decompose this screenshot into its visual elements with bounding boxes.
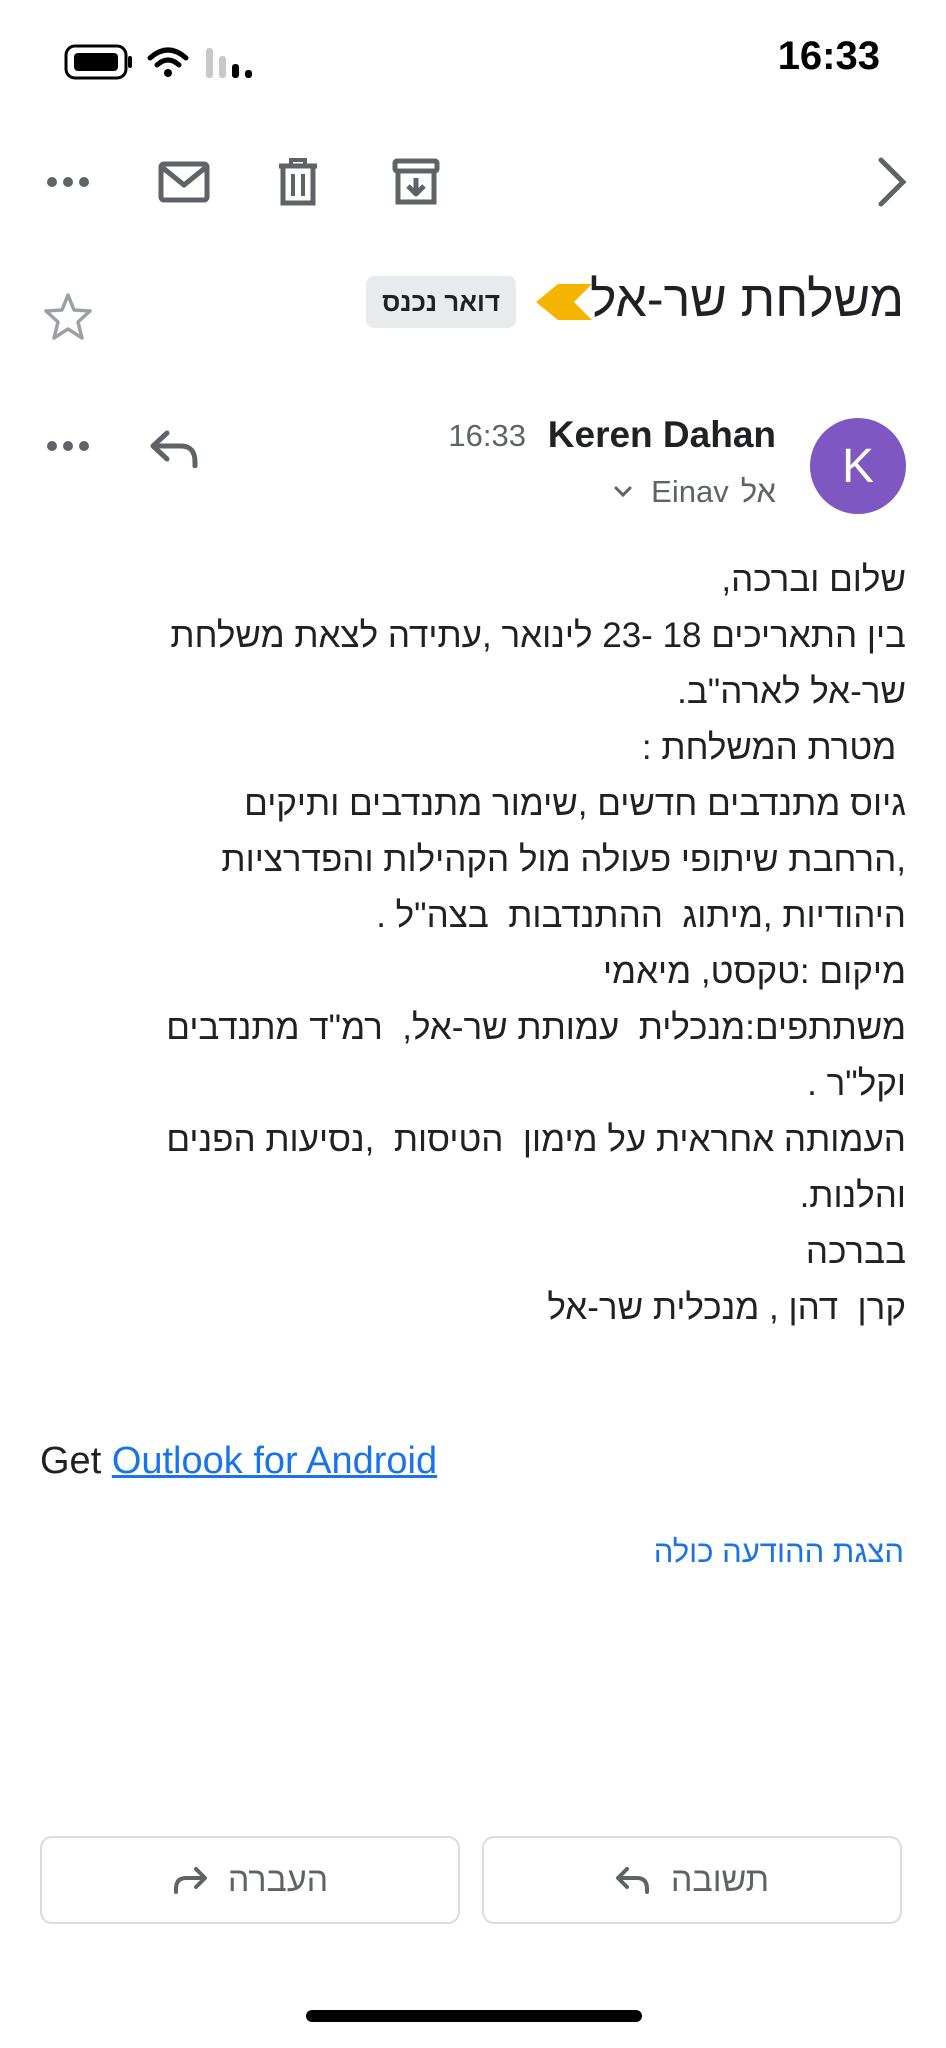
star-outline-icon <box>44 293 92 340</box>
body-line: שר-אל לארה"ב. <box>677 672 906 711</box>
archive-icon <box>392 158 440 205</box>
forward-label: העברה <box>227 1860 329 1899</box>
star-button[interactable] <box>36 284 100 348</box>
body-line: היהודיות ,מיתוג ההתנדבות בצה"ל . <box>376 896 906 935</box>
body-line: גיוס מתנדבים חדשים ,שימור מתנדבים ותיקים <box>244 784 906 823</box>
status-bar: 16:33 <box>0 0 946 110</box>
body-line: וקל"ר . <box>807 1064 906 1103</box>
body-line: ,הרחבת שיתופי פעולה מול הקהילות והפדרציו… <box>221 840 906 879</box>
forward-icon <box>173 1867 207 1894</box>
mail-icon <box>158 161 210 203</box>
more-horizontal-icon <box>47 441 89 451</box>
body-line: קרן דהן , מנכלית שר-אל <box>547 1288 906 1327</box>
message-more-button[interactable] <box>36 414 100 478</box>
body-line: והלנות. <box>799 1176 906 1215</box>
reply-label: תשובה <box>670 1860 770 1899</box>
email-subject: משלחת שר-אל <box>590 271 904 327</box>
email-body: שלום וברכה, בין התאריכים 18 -23 לינואר ,… <box>46 552 906 1336</box>
recipient-name: Einav <box>651 474 729 509</box>
inbox-label-chip[interactable]: דואר נכנס <box>366 276 516 328</box>
chevron-down-icon <box>614 486 632 498</box>
body-line: בברכה <box>805 1232 906 1271</box>
recipient-prefix: אל <box>740 474 776 509</box>
sender-avatar[interactable]: K <box>810 418 906 514</box>
wifi-icon <box>147 47 189 77</box>
recipient-details[interactable]: אל Einav <box>613 474 776 510</box>
back-button[interactable] <box>862 148 922 216</box>
reply-icon-button[interactable] <box>140 416 208 480</box>
body-line: מטרת המשלחת : <box>641 728 906 767</box>
mark-unread-button[interactable] <box>150 150 218 214</box>
reply-icon <box>150 430 198 468</box>
outlook-android-link[interactable]: Outlook for Android <box>112 1440 437 1482</box>
send-time: 16:33 <box>448 418 526 453</box>
email-signature: Get Outlook for Android <box>40 1440 437 1483</box>
sender-name: Keren Dahan <box>547 414 776 455</box>
status-time: 16:33 <box>777 34 880 78</box>
more-options-button[interactable] <box>36 150 100 214</box>
cellular-signal-icon <box>206 48 252 78</box>
show-full-message-link[interactable]: הצגת ההודעה כולה <box>654 1534 904 1570</box>
home-indicator[interactable] <box>306 2010 642 2022</box>
body-line: בין התאריכים 18 -23 לינואר ,עתידה לצאת מ… <box>170 616 906 655</box>
body-line: מיקום :טקסט, מיאמי <box>602 952 906 991</box>
trash-icon <box>279 158 317 206</box>
archive-button[interactable] <box>382 150 450 214</box>
body-line: שלום וברכה, <box>721 560 906 599</box>
forward-button[interactable]: העברה <box>40 1836 460 1924</box>
reply-icon <box>615 1867 649 1894</box>
body-line: משתתפים:מנכלית עמותת שר-אל, רמ"ד מתנדבים <box>166 1008 906 1047</box>
battery-icon <box>64 44 132 80</box>
reply-button[interactable]: תשובה <box>482 1836 902 1924</box>
important-marker-icon[interactable] <box>534 282 594 322</box>
signature-prefix: Get <box>40 1440 102 1482</box>
delete-button[interactable] <box>266 148 330 216</box>
chevron-right-icon <box>878 157 907 207</box>
more-horizontal-icon <box>47 177 89 187</box>
body-line: העמותה אחראית על מימון הטיסות ,נסיעות הפ… <box>166 1120 906 1159</box>
